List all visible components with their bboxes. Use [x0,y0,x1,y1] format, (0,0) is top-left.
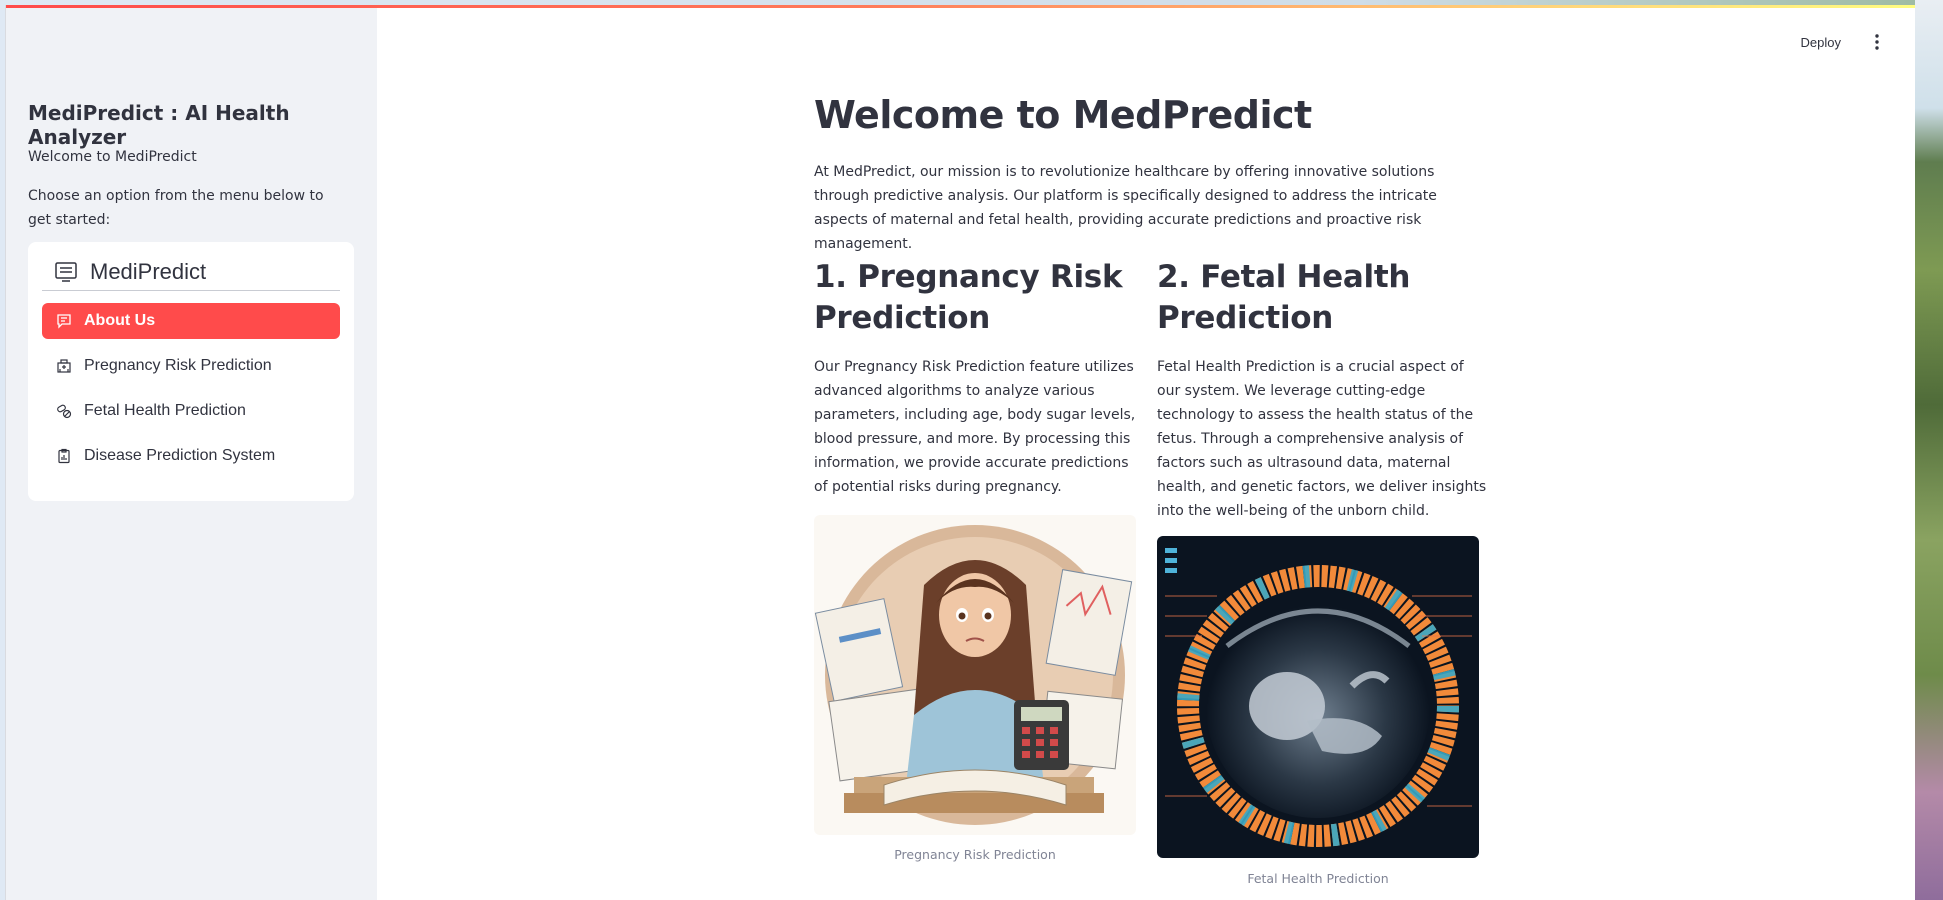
fetal-ultrasound-illustration [1157,536,1479,858]
capsule-pill-icon [56,403,72,419]
section-body-pregnancy-risk: Our Pregnancy Risk Prediction feature ut… [814,359,1136,495]
caption-pregnancy-risk: Pregnancy Risk Prediction [894,847,1056,862]
caption-fetal-health: Fetal Health Prediction [1247,871,1389,886]
menu-item-label: Fetal Health Prediction [84,402,246,419]
desktop-wallpaper-strip [1915,0,1943,900]
option-menu: MediPredict About Us Pregnancy Risk Pred… [28,242,354,501]
section-body-fetal-health: Fetal Health Prediction is a crucial asp… [1157,359,1487,519]
option-menu-title: MediPredict [90,259,207,284]
header-decoration-bar [6,5,1915,8]
app-window: MediPredict : AI Health Analyzer Welcome… [5,5,1915,900]
menu-item-label: Pregnancy Risk Prediction [84,357,272,374]
menu-item-label: About Us [84,312,156,329]
hospital-icon [56,358,72,374]
chat-square-text-icon [56,313,72,329]
sidebar: MediPredict : AI Health Analyzer Welcome… [6,5,377,900]
section-heading-fetal-health: 2. Fetal Health Prediction [1157,259,1411,336]
option-menu-header: MediPredict [42,254,340,291]
page-title: Welcome to MedPredict [814,93,1312,137]
list-columns-icon [54,261,78,283]
intro-paragraph: At MedPredict, our mission is to revolut… [814,164,1437,252]
deploy-button[interactable]: Deploy [1791,31,1851,54]
menu-item-pregnancy-risk-prediction[interactable]: Pregnancy Risk Prediction [42,348,340,384]
menu-item-about-us[interactable]: About Us [42,303,340,339]
menu-item-label: Disease Prediction System [84,447,276,464]
clipboard-data-icon [56,448,72,464]
section-heading-pregnancy-risk: 1. Pregnancy Risk Prediction [814,259,1123,336]
vertical-ellipsis-icon[interactable] [1865,30,1889,54]
pregnancy-risk-illustration [814,515,1136,835]
menu-item-disease-prediction-system[interactable]: Disease Prediction System [42,438,340,474]
app-toolbar: Deploy [1791,27,1915,57]
sidebar-app-title: MediPredict : AI Health Analyzer [28,101,290,149]
menu-item-fetal-health-prediction[interactable]: Fetal Health Prediction [42,393,340,429]
sidebar-welcome-text: Welcome to MediPredict [28,149,197,165]
sidebar-instruction-text: Choose an option from the menu below to … [28,188,324,228]
